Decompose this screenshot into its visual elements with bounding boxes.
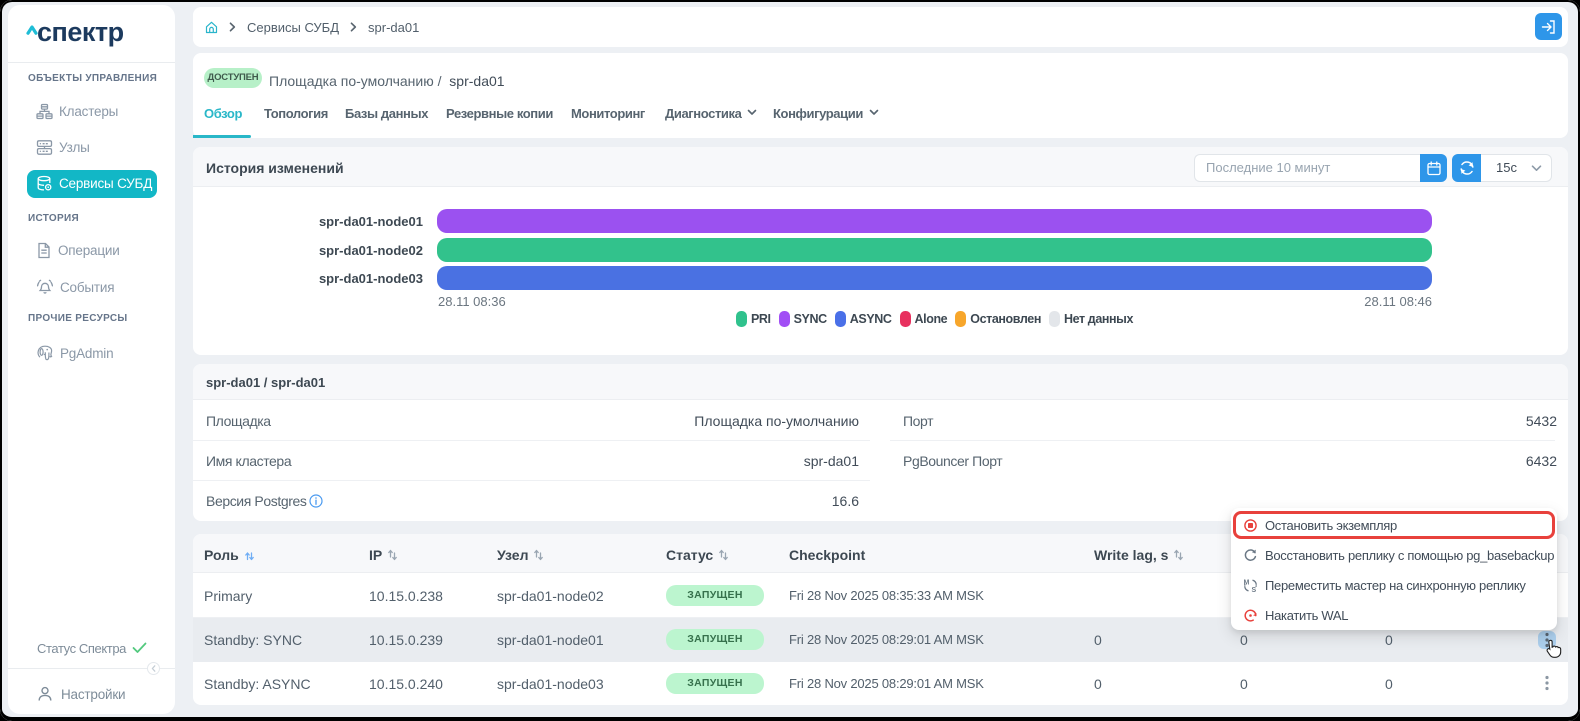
svg-text:S: S	[1252, 587, 1257, 592]
